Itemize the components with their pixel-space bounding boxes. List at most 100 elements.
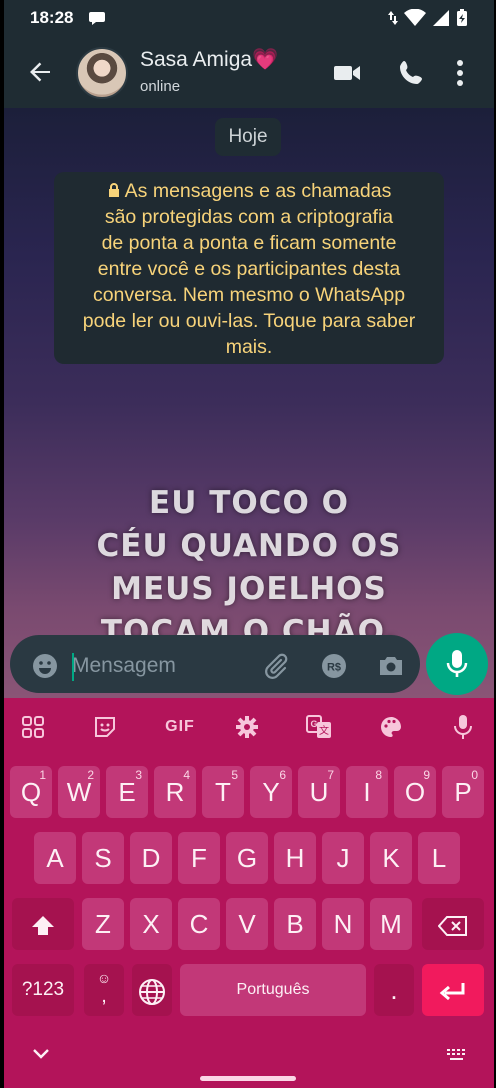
voice-call-icon[interactable] [396,58,426,88]
space-bar[interactable]: Português [180,964,366,1016]
microphone-icon [446,650,468,677]
key-v[interactable]: V [226,898,268,950]
key-j[interactable]: J [322,832,364,884]
key-d[interactable]: D [130,832,172,884]
phone-screen: 18:28 Sasa Amiga💗 online Hoje As mensage… [4,0,494,1088]
key-x[interactable]: X [130,898,172,950]
apps-grid-icon[interactable] [18,713,48,741]
globe-icon [139,979,165,1006]
key-label: O [404,777,426,807]
soft-keyboard: GIF 文G Q1W2E3R4T5Y6U7I8O9P0 ASDFGHJKL ZX… [4,698,494,1088]
wallpaper-text: EU TOCO O CÉU QUANDO OS MEUS JOELHOS TOC… [4,482,494,654]
contact-status: online [140,78,181,95]
contact-avatar[interactable] [76,47,128,99]
home-gesture-bar[interactable] [200,1076,296,1081]
notification-icon [89,12,105,25]
message-field-container: R$ [10,635,420,693]
key-k[interactable]: K [370,832,412,884]
emoji-comma-key[interactable]: ☺ , [84,964,124,1016]
more-options-icon[interactable] [450,58,470,88]
key-number-hint: 5 [231,768,238,782]
wallpaper-line: CÉU QUANDO OS [96,528,402,564]
sticker-icon[interactable] [90,713,120,741]
chat-area[interactable]: Hoje As mensagens e as chamadas são prot… [4,108,494,698]
key-n[interactable]: N [322,898,364,950]
signal-icon [433,10,449,26]
settings-gear-icon[interactable] [232,713,262,741]
key-y[interactable]: Y6 [250,766,292,818]
encryption-line: entre você e os participantes desta [97,258,401,280]
key-number-hint: 0 [471,768,478,782]
key-label: E [118,777,136,807]
status-bar: 18:28 [4,0,494,36]
encryption-line: conversa. Nem mesmo o WhatsApp [92,284,406,306]
date-chip: Hoje [215,118,281,156]
key-number-hint: 9 [423,768,430,782]
key-i[interactable]: I8 [346,766,388,818]
key-r[interactable]: R4 [154,766,196,818]
key-g[interactable]: G [226,832,268,884]
key-f[interactable]: F [178,832,220,884]
wallpaper-line: MEUS JOELHOS [111,571,387,607]
emoji-small-icon: ☺ [96,970,112,986]
key-label: T [215,777,231,807]
voice-message-button[interactable] [426,633,488,695]
key-number-hint: 1 [39,768,46,782]
gif-button[interactable]: GIF [160,713,200,741]
navigation-bar [4,1036,494,1088]
key-u[interactable]: U7 [298,766,340,818]
hide-keyboard-chevron-icon[interactable] [32,1048,50,1060]
shift-key[interactable] [12,898,74,950]
key-q[interactable]: Q1 [10,766,52,818]
symbols-key[interactable]: ?123 [12,964,74,1016]
video-call-icon[interactable] [332,58,362,88]
key-number-hint: 3 [135,768,142,782]
svg-text:文: 文 [319,724,329,737]
key-p[interactable]: P0 [442,766,484,818]
back-arrow-icon[interactable] [26,58,54,86]
contact-name[interactable]: Sasa Amiga💗 [140,48,278,72]
key-number-hint: 6 [279,768,286,782]
keyboard-toolbar: GIF 文G [4,698,494,756]
keyboard-switch-icon[interactable] [446,1048,468,1062]
shift-icon [32,916,54,936]
key-e[interactable]: E3 [106,766,148,818]
battery-icon [457,9,467,26]
camera-icon[interactable] [377,652,405,680]
key-label: Q [20,777,42,807]
backspace-key[interactable] [422,898,484,950]
status-time: 18:28 [30,8,74,27]
key-h[interactable]: H [274,832,316,884]
key-m[interactable]: M [370,898,412,950]
key-number-hint: 4 [183,768,190,782]
key-b[interactable]: B [274,898,316,950]
translate-icon[interactable]: 文G [304,713,334,741]
encryption-line: As mensagens e as chamadas [62,178,436,204]
key-z[interactable]: Z [82,898,124,950]
key-number-hint: 8 [375,768,382,782]
wifi-icon [404,9,426,26]
key-c[interactable]: C [178,898,220,950]
key-l[interactable]: L [418,832,460,884]
lock-icon [108,183,119,197]
chat-header: Sasa Amiga💗 online [4,36,494,108]
attach-icon[interactable] [262,652,290,680]
payment-icon[interactable]: R$ [320,652,348,680]
key-number-hint: 2 [87,768,94,782]
key-s[interactable]: S [82,832,124,884]
encryption-notice[interactable]: As mensagens e as chamadas são protegida… [54,172,444,364]
emoji-icon[interactable] [32,653,58,679]
enter-key[interactable] [422,964,484,1016]
period-key[interactable]: . [374,964,414,1016]
key-o[interactable]: O9 [394,766,436,818]
voice-typing-icon[interactable] [448,713,478,741]
backspace-icon [437,916,467,937]
key-a[interactable]: A [34,832,76,884]
svg-text:R$: R$ [327,662,341,674]
key-t[interactable]: T5 [202,766,244,818]
language-key[interactable] [132,964,172,1016]
text-cursor [72,653,74,681]
message-input[interactable] [72,649,247,683]
theme-palette-icon[interactable] [376,713,406,741]
key-w[interactable]: W2 [58,766,100,818]
